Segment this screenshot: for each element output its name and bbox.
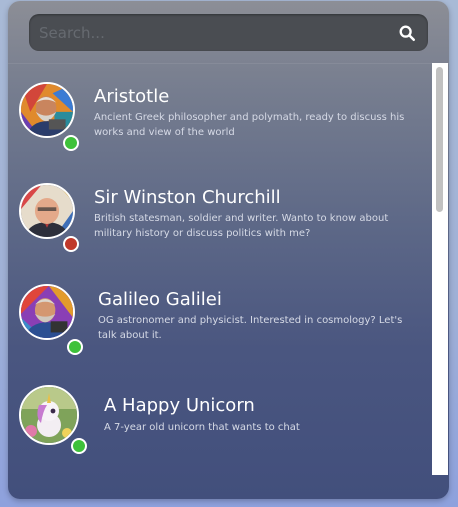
character-name: A Happy Unicorn <box>104 395 255 416</box>
character-list: Aristotle Ancient Greek philosopher and … <box>8 63 449 478</box>
avatar-aristotle <box>19 82 75 138</box>
character-description: OG astronomer and physicist. Interested … <box>98 315 403 341</box>
character-list-panel: Aristotle Ancient Greek philosopher and … <box>8 1 449 499</box>
avatar-unicorn <box>19 385 79 445</box>
search-input[interactable] <box>39 14 389 51</box>
search-bar <box>29 14 428 51</box>
character-description: British statesman, soldier and writer. W… <box>94 213 389 239</box>
scrollbar-thumb[interactable] <box>436 67 443 212</box>
character-description: Ancient Greek philosopher and polymath, … <box>94 112 405 138</box>
status-indicator-online <box>67 339 83 355</box>
search-icon[interactable] <box>398 24 416 42</box>
list-item-churchill[interactable]: Sir Winston Churchill British statesman,… <box>8 183 432 273</box>
character-name: Sir Winston Churchill <box>94 187 281 208</box>
status-indicator-online <box>63 135 79 151</box>
list-item-unicorn[interactable]: A Happy Unicorn A 7-year old unicorn tha… <box>8 385 432 475</box>
avatar-churchill <box>19 183 75 239</box>
list-item-galileo[interactable]: Galileo Galilei OG astronomer and physic… <box>8 284 432 374</box>
avatar-galileo <box>19 284 75 340</box>
character-description: A 7-year old unicorn that wants to chat <box>104 422 300 433</box>
status-indicator-busy <box>63 236 79 252</box>
scrollbar[interactable] <box>432 63 448 475</box>
status-indicator-online <box>71 438 87 454</box>
character-name: Galileo Galilei <box>98 289 222 310</box>
list-item-aristotle[interactable]: Aristotle Ancient Greek philosopher and … <box>8 82 432 172</box>
character-name: Aristotle <box>94 86 170 107</box>
